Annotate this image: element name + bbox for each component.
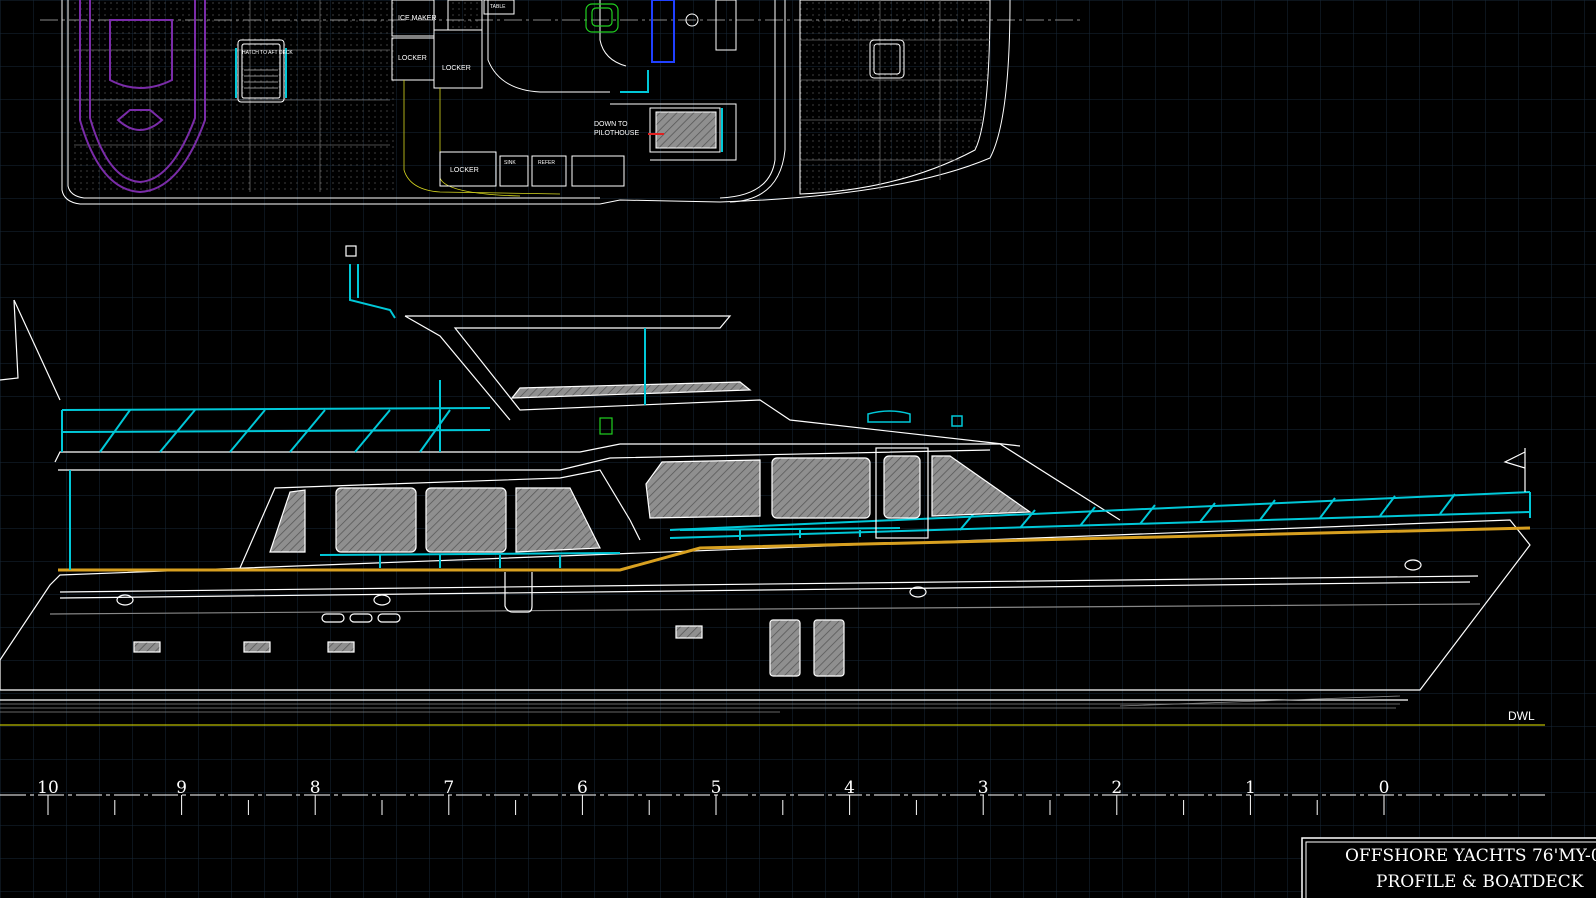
station-label-9: 9 [176,778,187,798]
locker-label-3: LOCKER [450,167,479,174]
station-label-4: 4 [844,778,855,798]
down-to-label: DOWN TO [594,121,628,128]
dwl-label: DWL [1508,709,1535,723]
ice-maker-label: ICE MAKER [398,15,437,22]
station-label-2: 2 [1111,778,1122,798]
station-label-5: 5 [711,778,722,798]
refer-label: REFER [538,160,555,166]
title-line-2: PROFILE & BOATDECK [1376,872,1584,892]
cad-drawing-canvas[interactable]: HATCH TO AFT DECK ICE MAKER LOCKER LOCKE… [0,0,1596,898]
station-label-8: 8 [310,778,321,798]
title-line-1: OFFSHORE YACHTS 76'MY-025 [1345,846,1596,866]
station-label-1: 1 [1245,778,1256,798]
station-label-0: 0 [1379,778,1390,798]
title-block: OFFSHORE YACHTS 76'MY-025 PROFILE & BOAT… [1301,837,1596,898]
locker-label-2: LOCKER [442,65,471,72]
deck-surface [74,0,394,192]
station-label-10: 10 [37,778,59,798]
station-label-3: 3 [978,778,989,798]
locker-label-1: LOCKER [398,55,427,62]
hatch-label: HATCH TO AFT DECK [242,50,293,56]
station-label-6: 6 [577,778,588,798]
sink-label: SINK [504,160,516,166]
station-label-7: 7 [443,778,454,798]
pilothouse-label: PILOTHOUSE [594,130,639,137]
table-label: TABLE [490,4,506,10]
